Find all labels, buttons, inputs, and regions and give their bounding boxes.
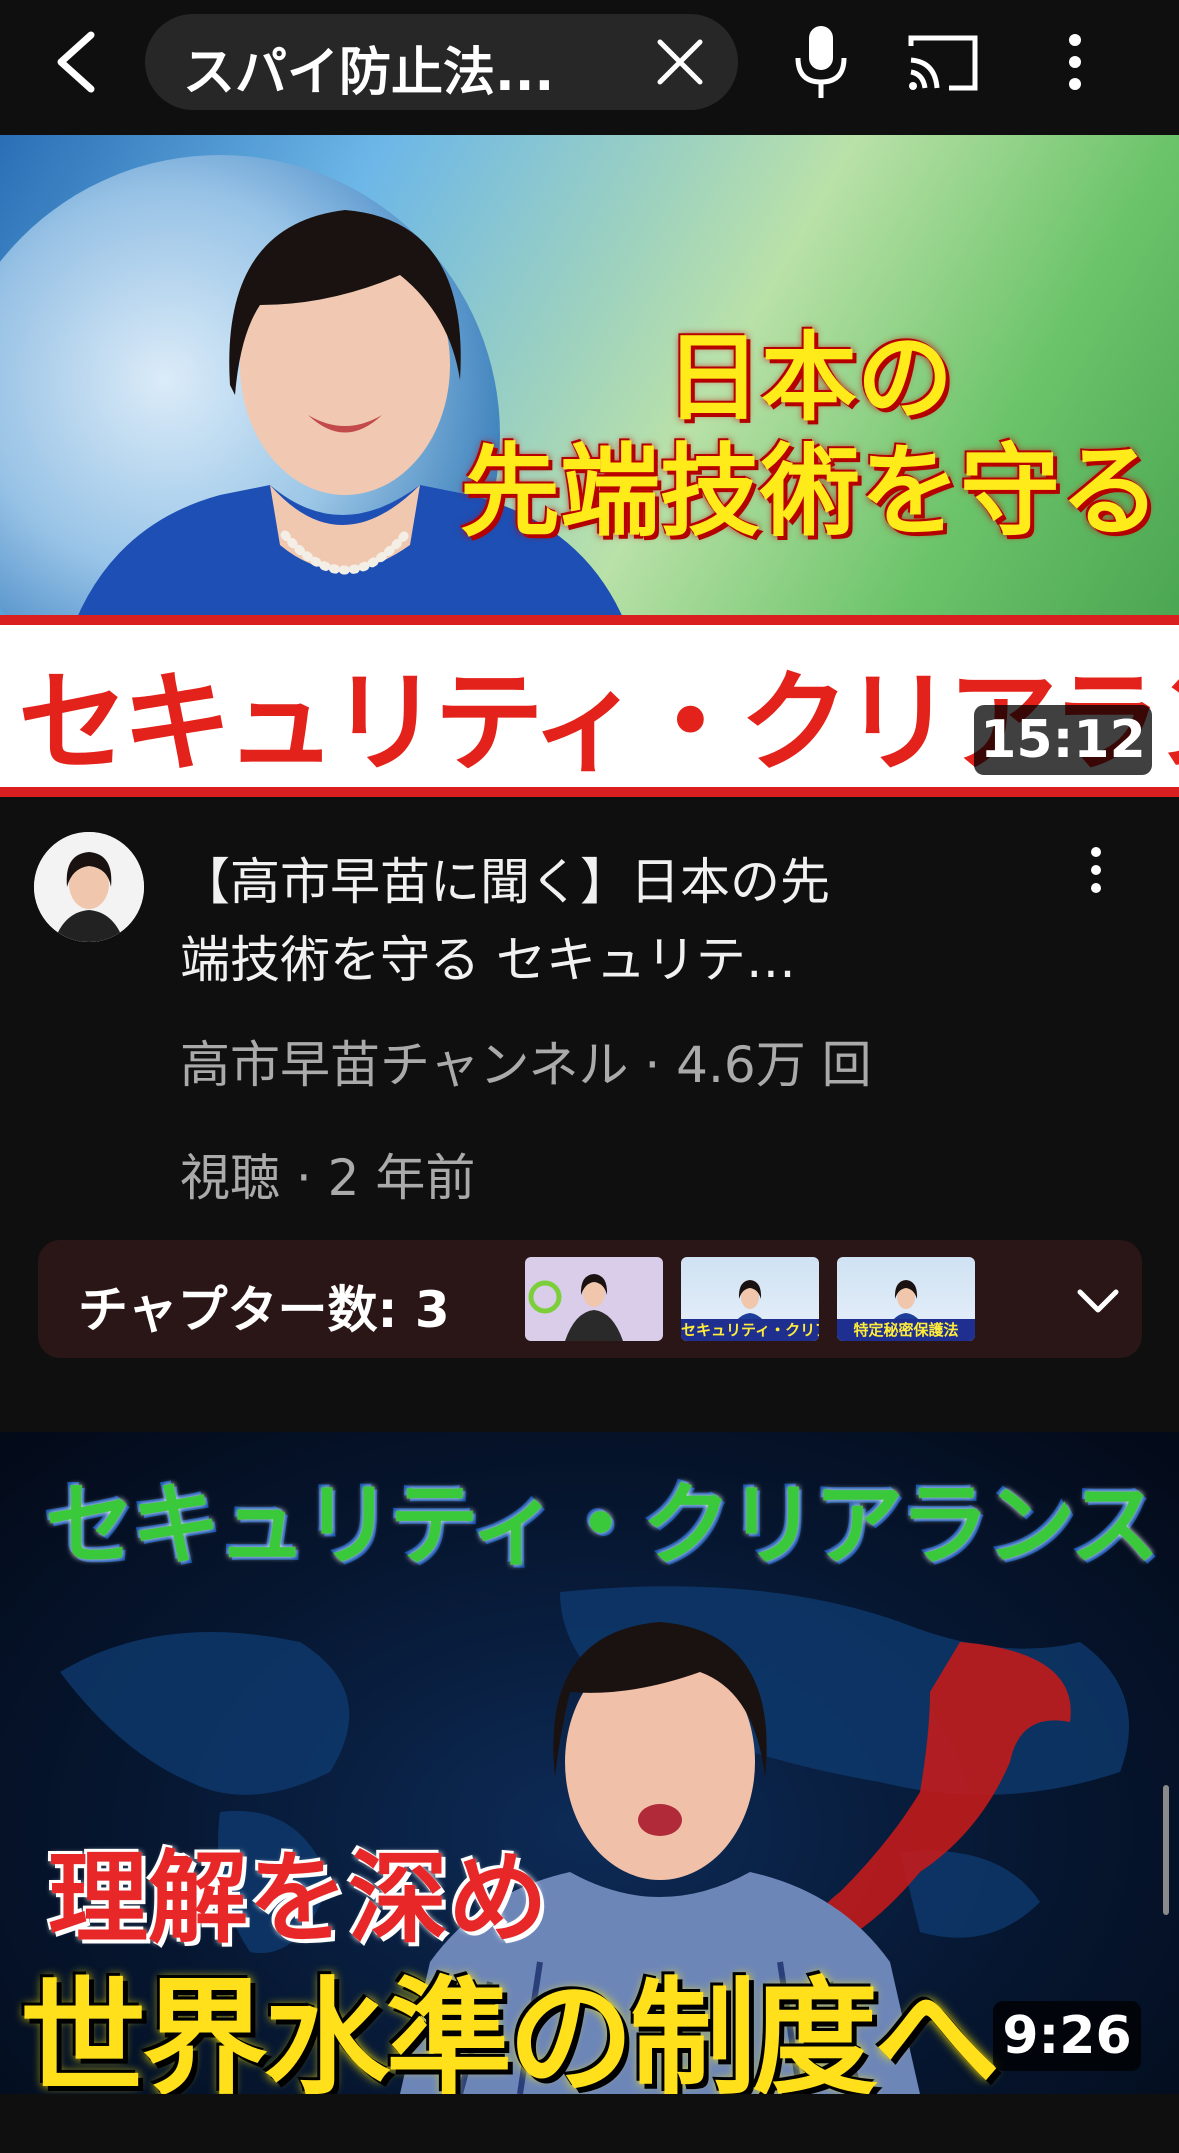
video-title-line: 【高市早苗に聞く】日本の先 xyxy=(180,853,830,911)
close-icon xyxy=(657,39,703,85)
chapter-caption: セキュリティ・クリアランス xyxy=(681,1319,819,1341)
expand-chapters-button[interactable] xyxy=(1068,1270,1128,1330)
voice-search-button[interactable] xyxy=(790,22,852,102)
video-metadata: 視聴 · 2 年前 xyxy=(180,1149,476,1207)
search-field[interactable]: スパイ防止法... xyxy=(145,14,738,110)
search-query[interactable]: スパイ防止法... xyxy=(183,30,554,105)
chapter-thumbnail[interactable]: セキュリティ・クリアランス xyxy=(681,1257,819,1341)
microphone-icon xyxy=(795,26,847,98)
video-title-line: 端技術を守る セキュリテ… xyxy=(180,931,796,989)
chevron-down-icon xyxy=(1077,1289,1119,1313)
channel-avatar[interactable] xyxy=(34,832,144,942)
thumbnail-headline-top: セキュリティ・クリアランス xyxy=(45,1473,1160,1578)
cast-button[interactable] xyxy=(905,30,981,94)
avatar-image xyxy=(34,832,144,942)
more-vertical-icon xyxy=(1091,847,1101,893)
chevron-left-icon xyxy=(57,31,95,93)
thumbnail-headline-2: 先端技術を守る xyxy=(460,433,1160,550)
thumbnail-headline-bottom: 世界水準の制度へ xyxy=(20,1965,1000,2094)
video-metadata: 高市早苗チャンネル · 4.6万 回 xyxy=(180,1036,872,1094)
scrollbar[interactable] xyxy=(1163,1785,1169,1915)
chapter-thumbnail[interactable]: 特定秘密保護法 xyxy=(837,1257,975,1341)
chapter-image xyxy=(528,1274,623,1341)
clear-search-button[interactable] xyxy=(652,34,708,90)
banner-stripe xyxy=(0,787,1179,797)
banner-stripe xyxy=(0,615,1179,625)
video-duration-badge: 15:12 xyxy=(974,705,1152,775)
chapters-panel[interactable]: チャプター数: 3 セキュリティ・クリアランス 特定秘密保護法 xyxy=(38,1240,1142,1358)
video-action-menu-button[interactable] xyxy=(1078,842,1114,902)
top-app-bar: スパイ防止法... xyxy=(0,0,1179,135)
chapter-caption: 特定秘密保護法 xyxy=(837,1319,975,1341)
more-options-button[interactable] xyxy=(1055,30,1095,94)
video-title[interactable]: 【高市早苗に聞く】日本の先 端技術を守る セキュリテ… xyxy=(180,843,1040,999)
back-button[interactable] xyxy=(40,22,110,102)
chapters-count-label: チャプター数: 3 xyxy=(78,1281,450,1339)
more-vertical-icon xyxy=(1069,34,1081,90)
video-thumbnail[interactable]: 日本の 先端技術を守る セキュリティ・クリアランス xyxy=(0,135,1179,797)
video-thumbnail[interactable]: セキュリティ・クリアランス 理解を深め 世界水準の制度へ xyxy=(0,1432,1179,2094)
next-item-peek xyxy=(0,2094,1179,2153)
video-duration-badge: 9:26 xyxy=(993,2001,1141,2071)
cast-icon xyxy=(908,35,978,91)
chapter-thumbnail[interactable] xyxy=(525,1257,663,1341)
